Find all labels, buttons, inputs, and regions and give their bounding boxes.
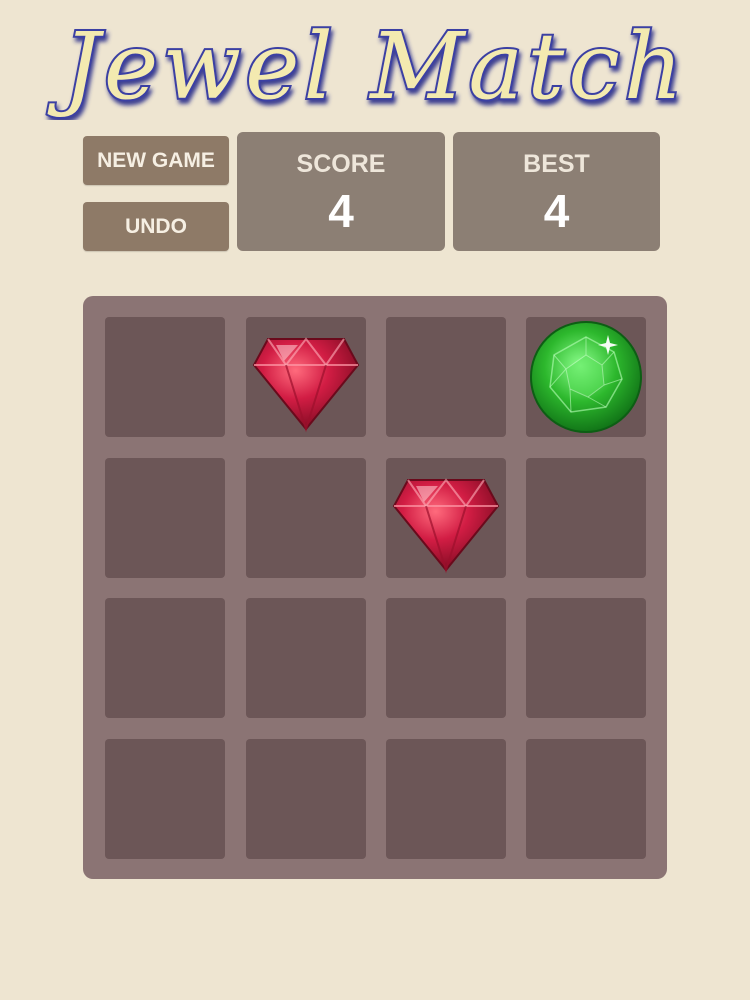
new-game-button[interactable]: NEW GAME bbox=[83, 136, 229, 185]
board-cell-r4-c1[interactable] bbox=[105, 739, 225, 859]
game-board[interactable] bbox=[83, 296, 667, 879]
ruby-gem-icon bbox=[246, 317, 366, 437]
ruby-gem-icon bbox=[386, 458, 506, 578]
board-cell-r1-c2[interactable] bbox=[246, 317, 366, 437]
board-cell-r2-c3[interactable] bbox=[386, 458, 506, 578]
board-cell-r1-c3[interactable] bbox=[386, 317, 506, 437]
score-box: SCORE 4 bbox=[237, 132, 445, 251]
board-cell-r3-c3[interactable] bbox=[386, 598, 506, 718]
board-cell-r1-c1[interactable] bbox=[105, 317, 225, 437]
emerald-gem-icon bbox=[526, 317, 646, 437]
best-value: 4 bbox=[543, 185, 570, 237]
board-cell-r1-c4[interactable] bbox=[526, 317, 646, 437]
board-cell-r4-c2[interactable] bbox=[246, 739, 366, 859]
board-cell-r3-c1[interactable] bbox=[105, 598, 225, 718]
board-cell-r4-c3[interactable] bbox=[386, 739, 506, 859]
score-label: SCORE bbox=[296, 150, 386, 178]
game-title: Jewel Match bbox=[45, 11, 687, 120]
best-label: BEST bbox=[523, 150, 590, 178]
undo-button[interactable]: UNDO bbox=[83, 202, 229, 251]
score-value: 4 bbox=[328, 185, 354, 237]
board-cell-r2-c4[interactable] bbox=[526, 458, 646, 578]
undo-label: UNDO bbox=[125, 214, 187, 238]
board-cell-r4-c4[interactable] bbox=[526, 739, 646, 859]
board-cell-r3-c2[interactable] bbox=[246, 598, 366, 718]
board-cell-r2-c2[interactable] bbox=[246, 458, 366, 578]
title-text: Jewel Match bbox=[47, 13, 687, 120]
best-box: BEST 4 bbox=[453, 132, 660, 251]
new-game-label: NEW GAME bbox=[97, 148, 215, 172]
board-cell-r2-c1[interactable] bbox=[105, 458, 225, 578]
board-cell-r3-c4[interactable] bbox=[526, 598, 646, 718]
